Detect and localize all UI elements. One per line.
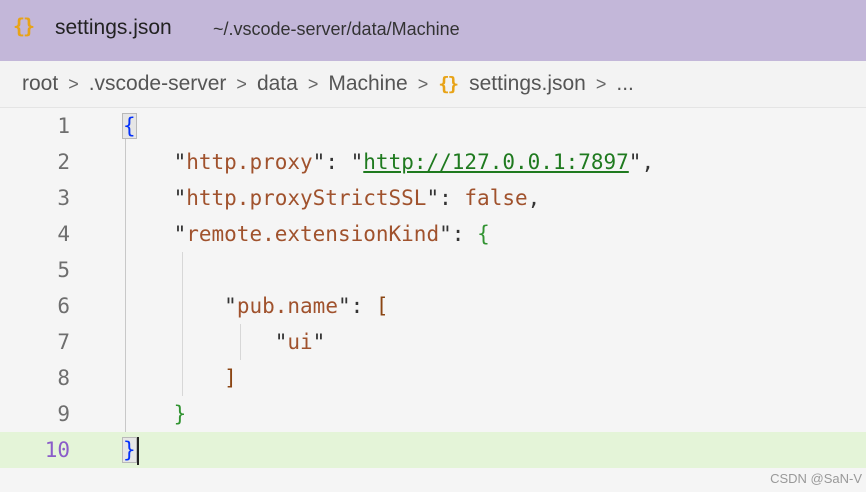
line-content: "http.proxy": "http://127.0.0.1:7897",: [173, 150, 655, 174]
tab-description: ~/.vscode-server/data/Machine: [213, 19, 460, 39]
text-cursor: [136, 437, 139, 465]
line-number: 4: [57, 222, 70, 246]
breadcrumb-item-file[interactable]: settings.json: [469, 72, 586, 96]
code-line[interactable]: 1 {: [0, 108, 866, 144]
proxy-url-link[interactable]: http://127.0.0.1:7897: [363, 150, 629, 174]
line-number: 6: [57, 294, 70, 318]
json-key: pub.name: [236, 294, 338, 318]
code-editor[interactable]: 1 { 2 "http.proxy": "http://127.0.0.1:78…: [0, 108, 866, 492]
line-content: "remote.extensionKind": {: [173, 222, 490, 246]
line-number: 8: [57, 366, 70, 390]
json-key: remote.extensionKind: [186, 222, 440, 246]
line-number: 7: [57, 330, 70, 354]
chevron-right-icon: >: [307, 73, 319, 94]
json-file-icon: {}: [438, 73, 459, 95]
chevron-right-icon: >: [68, 73, 79, 94]
breadcrumb-item-vscode-server[interactable]: .vscode-server: [89, 72, 227, 96]
code-line[interactable]: 2 "http.proxy": "http://127.0.0.1:7897",: [0, 144, 866, 180]
line-number: 9: [57, 402, 70, 426]
breadcrumb-item-machine[interactable]: Machine: [328, 72, 407, 96]
json-key: http.proxyStrictSSL: [186, 186, 427, 210]
tab-title[interactable]: settings.json: [55, 16, 172, 40]
breadcrumb-item-data[interactable]: data: [257, 72, 298, 96]
code-line[interactable]: 6 "pub.name": [: [0, 288, 866, 324]
code-line[interactable]: 3 "http.proxyStrictSSL": false,: [0, 180, 866, 216]
line-number: 2: [57, 150, 70, 174]
line-content: {: [122, 113, 137, 139]
line-content: }: [122, 432, 139, 468]
code-line[interactable]: 7 "ui": [0, 324, 866, 360]
line-content: }: [173, 402, 187, 426]
breadcrumb: root > .vscode-server > data > Machine >…: [0, 61, 866, 107]
code-line-current[interactable]: 10 }: [0, 432, 866, 468]
line-number: 5: [57, 258, 70, 282]
json-key: http.proxy: [186, 150, 313, 174]
json-value: false: [464, 186, 528, 210]
json-file-icon: {}: [13, 14, 35, 38]
line-content: "pub.name": [: [224, 294, 389, 318]
code-line[interactable]: 5: [0, 252, 866, 288]
watermark: CSDN @SaN-V: [770, 471, 862, 486]
code-line[interactable]: 9 }: [0, 396, 866, 432]
line-content: "ui": [274, 330, 326, 354]
code-line[interactable]: 4 "remote.extensionKind": {: [0, 216, 866, 252]
chevron-right-icon: >: [236, 73, 247, 94]
editor-tab[interactable]: {} settings.json ~/.vscode-server/data/M…: [0, 0, 866, 61]
line-number: 1: [57, 114, 70, 138]
breadcrumb-item-root[interactable]: root: [22, 72, 58, 96]
code-line[interactable]: 8 ]: [0, 360, 866, 396]
line-number: 10: [44, 438, 70, 462]
json-value: ui: [287, 330, 313, 354]
chevron-right-icon: >: [417, 73, 429, 94]
line-number: 3: [57, 186, 70, 210]
line-content: ]: [224, 366, 237, 390]
breadcrumb-more[interactable]: ...: [616, 72, 634, 96]
line-content: "http.proxyStrictSSL": false,: [173, 186, 541, 210]
chevron-right-icon: >: [595, 73, 607, 94]
